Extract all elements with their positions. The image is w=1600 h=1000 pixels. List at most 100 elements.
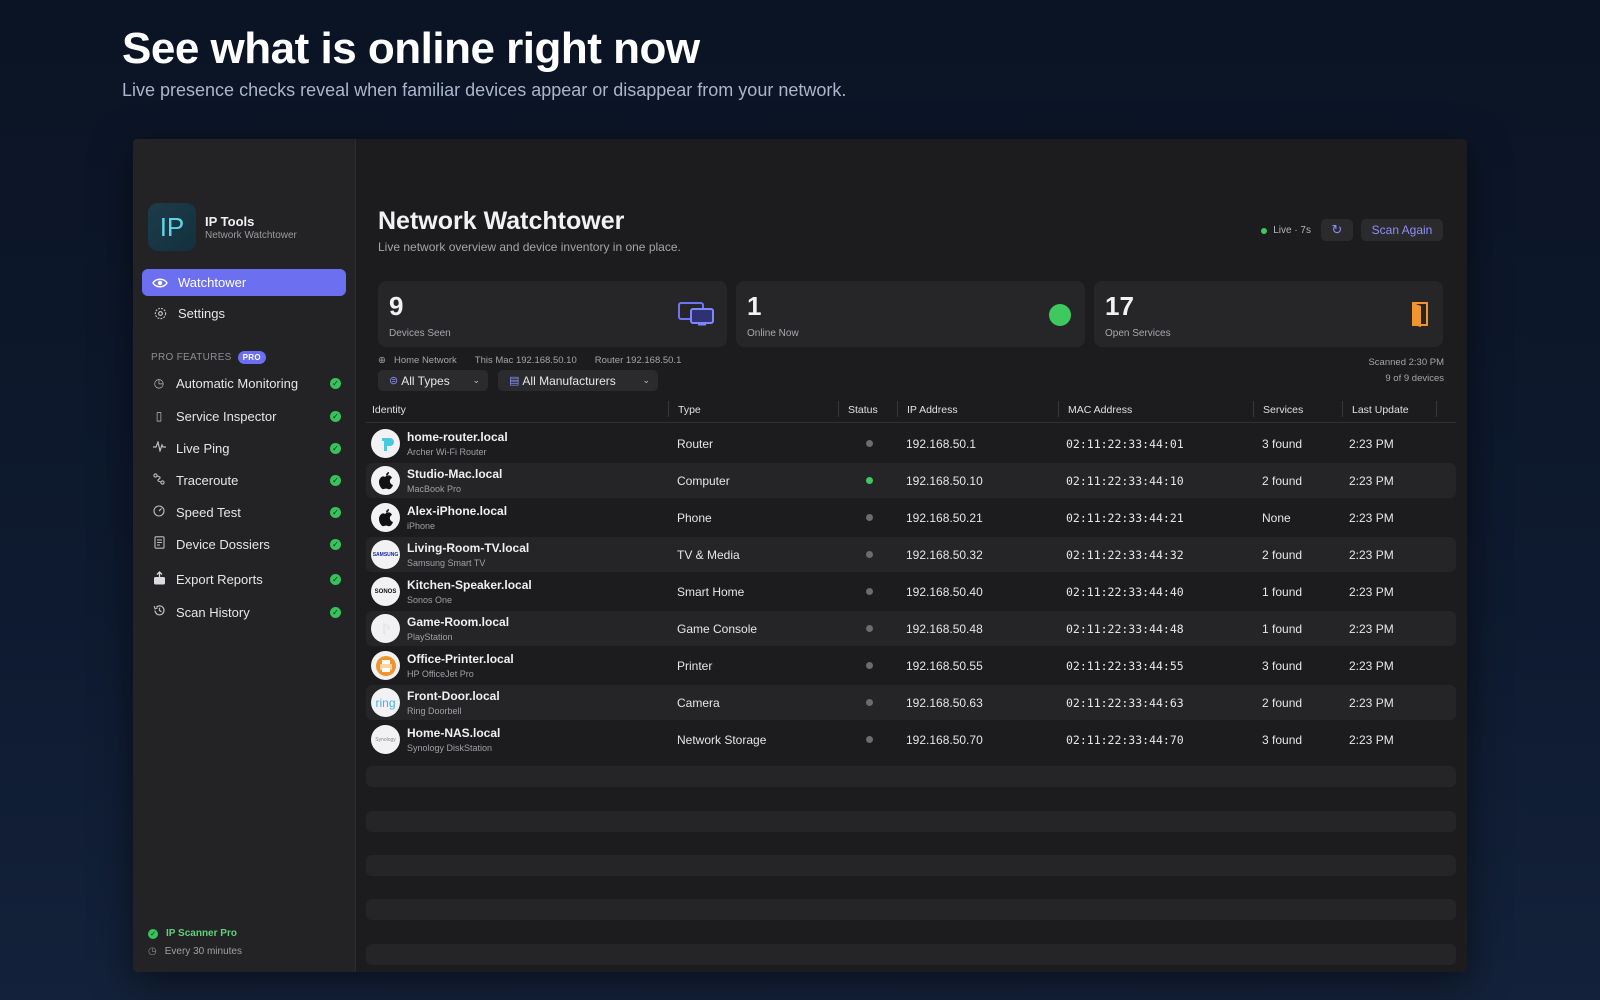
refresh-button[interactable]: ↻ — [1321, 219, 1353, 241]
status-dot-icon — [866, 736, 873, 743]
building-icon: ▤ — [509, 375, 520, 387]
device-name: Kitchen-Speaker.local — [407, 578, 532, 592]
table-row[interactable]: Studio-Mac.local MacBook Pro Computer 19… — [366, 463, 1456, 498]
type-filter-select[interactable]: ⊜ All Types ⌄ — [378, 370, 488, 391]
sidebar-item-scan-history[interactable]: Scan History ✓ — [142, 600, 346, 624]
device-type: Computer — [677, 474, 730, 488]
sidebar-item-speed-test[interactable]: Speed Test ✓ — [142, 500, 346, 524]
synology-logo-icon: Synology — [371, 725, 400, 754]
device-name: home-router.local — [407, 430, 508, 444]
app-logo-icon: IP — [148, 203, 196, 251]
chevron-down-icon: ⌄ — [472, 375, 480, 385]
mac-address: 02:11:22:33:44:55 — [1066, 659, 1184, 673]
scan-again-button[interactable]: Scan Again — [1361, 219, 1443, 241]
samsung-logo-icon: SAMSUNG — [371, 540, 400, 569]
door-icon — [1410, 301, 1430, 332]
sidebar-item-traceroute[interactable]: Traceroute ✓ — [142, 468, 346, 492]
stat-label: Devices Seen — [389, 328, 451, 339]
services-count: 2 found — [1262, 696, 1303, 710]
table-row[interactable]: SONOS Kitchen-Speaker.local Sonos One Sm… — [366, 574, 1456, 609]
gauge-icon — [151, 504, 167, 520]
column-divider — [838, 401, 839, 417]
check-badge-icon: ✓ — [330, 506, 341, 518]
sidebar-item-service-inspector[interactable]: ▯ Service Inspector ✓ — [142, 404, 346, 428]
pulse-icon — [151, 439, 167, 455]
status-dot-icon — [866, 551, 873, 558]
empty-row — [366, 899, 1456, 920]
sidebar-item-automatic-monitoring[interactable]: ◷ Automatic Monitoring ✓ — [142, 371, 346, 395]
mac-address: 02:11:22:33:44:01 — [1066, 437, 1184, 451]
column-header-identity[interactable]: Identity — [372, 404, 406, 416]
status-dot-icon — [866, 662, 873, 669]
table-row[interactable]: Synology Home-NAS.local Synology DiskSta… — [366, 722, 1456, 757]
manufacturer-filter-select[interactable]: ▤ All Manufacturers ⌄ — [498, 370, 658, 391]
playstation-logo-icon — [371, 614, 400, 643]
check-badge-icon: ✓ — [330, 538, 341, 550]
export-icon — [151, 570, 167, 588]
column-header-type[interactable]: Type — [678, 404, 701, 416]
column-header-mac-address[interactable]: MAC Address — [1068, 404, 1132, 416]
device-name: Office-Printer.local — [407, 652, 514, 666]
sidebar: IP IP Tools Network Watchtower Watchtowe… — [133, 139, 356, 972]
live-text: Live · 7s — [1273, 225, 1311, 236]
history-icon — [151, 604, 167, 620]
device-name: Front-Door.local — [407, 689, 500, 703]
stat-value: 17 — [1105, 291, 1134, 321]
column-header-services[interactable]: Services — [1263, 404, 1303, 416]
services-count: 1 found — [1262, 622, 1303, 636]
apple-logo-icon — [371, 466, 400, 495]
status-dot-icon — [866, 477, 873, 484]
sidebar-item-settings[interactable]: Settings — [142, 300, 346, 327]
sidebar-item-device-dossiers[interactable]: Device Dossiers ✓ — [142, 532, 346, 556]
table-row[interactable]: SAMSUNG Living-Room-TV.local Samsung Sma… — [366, 537, 1456, 572]
check-badge-icon: ✓ — [330, 442, 341, 454]
ip-address: 192.168.50.1 — [906, 437, 977, 451]
device-model: MacBook Pro — [407, 484, 462, 494]
status-dot-icon — [866, 440, 873, 447]
ip-address: 192.168.50.48 — [906, 622, 983, 636]
device-model: Sonos One — [407, 595, 453, 605]
sidebar-item-label: Live Ping — [176, 440, 230, 456]
main-panel: Network Watchtower Live network overview… — [356, 139, 1467, 972]
device-model: Samsung Smart TV — [407, 558, 486, 568]
apple-logo-icon — [371, 503, 400, 532]
table-row[interactable]: Game-Room.local PlayStation Game Console… — [366, 611, 1456, 646]
sidebar-item-live-ping[interactable]: Live Ping ✓ — [142, 436, 346, 460]
device-type: TV & Media — [677, 548, 740, 562]
column-header-last-update[interactable]: Last Update — [1352, 404, 1409, 416]
table-row[interactable]: Office-Printer.local HP OfficeJet Pro Pr… — [366, 648, 1456, 683]
stat-label: Open Services — [1105, 328, 1171, 339]
empty-row — [366, 766, 1456, 787]
services-count: 2 found — [1262, 474, 1303, 488]
plan-status: ✓ IP Scanner Pro — [148, 928, 237, 939]
sidebar-item-label: Traceroute — [176, 472, 239, 488]
column-header-status[interactable]: Status — [848, 404, 878, 416]
table-header: Identity Type Status IP Address MAC Addr… — [366, 397, 1456, 423]
table-row[interactable]: home-router.local Archer Wi-Fi Router Ro… — [366, 426, 1456, 461]
app-name: IP Tools — [205, 214, 255, 229]
stat-card-open-services: 17 Open Services — [1094, 281, 1443, 347]
hero-subtitle: Live presence checks reveal when familia… — [122, 80, 847, 100]
stat-card-devices-seen: 9 Devices Seen — [378, 281, 727, 347]
last-update: 2:23 PM — [1349, 696, 1394, 710]
table-row[interactable]: Alex-iPhone.local iPhone Phone 192.168.5… — [366, 500, 1456, 535]
services-count: 1 found — [1262, 585, 1303, 599]
ip-address: 192.168.50.40 — [906, 585, 983, 599]
device-name: Home-NAS.local — [407, 726, 501, 740]
services-count: 3 found — [1262, 659, 1303, 673]
sidebar-item-watchtower[interactable]: Watchtower — [142, 269, 346, 296]
last-update: 2:23 PM — [1349, 659, 1394, 673]
column-header-ip-address[interactable]: IP Address — [907, 404, 958, 416]
status-dot-icon — [866, 699, 873, 706]
app-window: IP IP Tools Network Watchtower Watchtowe… — [133, 139, 1467, 972]
clock-check-icon: ◷ — [153, 376, 165, 390]
empty-row — [366, 855, 1456, 876]
ring-logo-icon: ring — [371, 688, 400, 717]
table-row[interactable]: ring Front-Door.local Ring Doorbell Came… — [366, 685, 1456, 720]
scanned-time: Scanned 2:30 PM — [1368, 357, 1444, 368]
ip-address: 192.168.50.32 — [906, 548, 983, 562]
refresh-icon: ↻ — [1331, 222, 1343, 237]
sidebar-item-export-reports[interactable]: Export Reports ✓ — [142, 567, 346, 591]
device-name: Living-Room-TV.local — [407, 541, 530, 555]
last-update: 2:23 PM — [1349, 511, 1394, 525]
